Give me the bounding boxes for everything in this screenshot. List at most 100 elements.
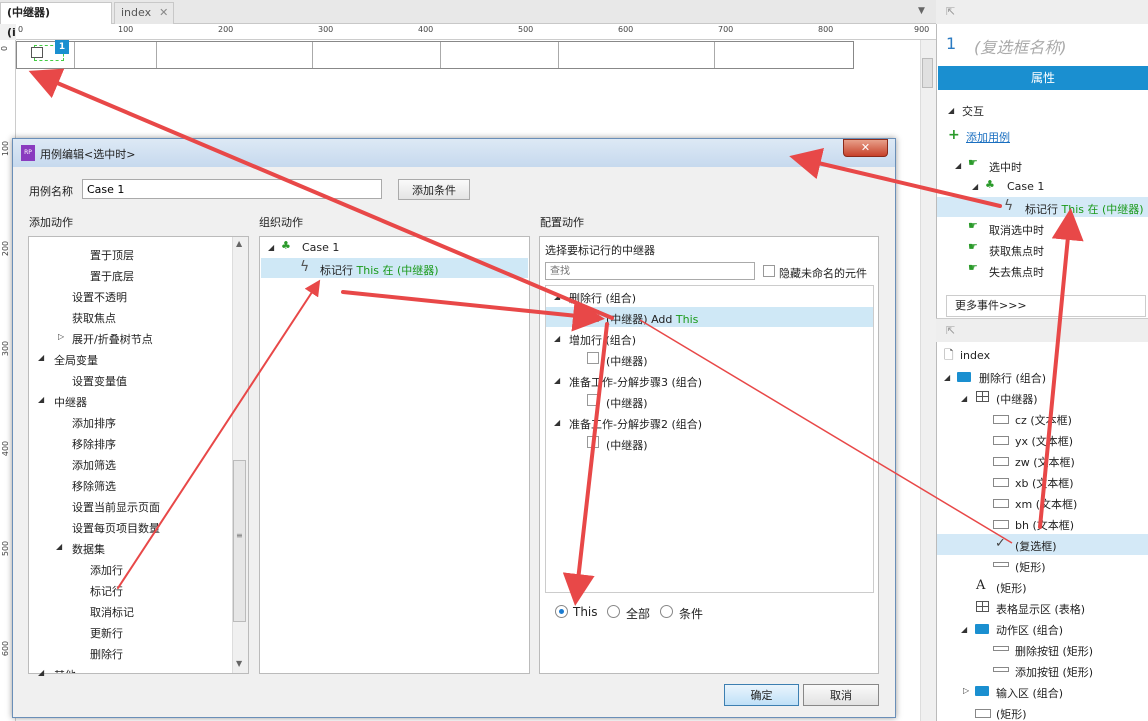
more-events-dropdown[interactable]: 更多事件>>> bbox=[946, 295, 1146, 317]
canvas-scrollbar[interactable] bbox=[920, 40, 936, 721]
chevron-right-icon[interactable]: ▷ bbox=[58, 332, 64, 341]
action-item[interactable]: 展开/折叠树节点 bbox=[72, 331, 153, 347]
outline-item[interactable]: (矩形) bbox=[996, 580, 1027, 596]
repeater-widget[interactable] bbox=[16, 41, 854, 69]
chevron-down-icon[interactable]: ◢ bbox=[554, 292, 560, 301]
chevron-down-icon[interactable]: ◢ bbox=[268, 243, 274, 252]
dialog-titlebar[interactable] bbox=[13, 139, 895, 167]
chevron-down-icon[interactable]: ◢ bbox=[961, 625, 967, 634]
tree-repeater[interactable]: (中继器) bbox=[606, 353, 648, 369]
action-item[interactable]: 获取焦点 bbox=[72, 310, 116, 326]
outline-item[interactable]: bh (文本框) bbox=[1015, 517, 1074, 533]
radio-all[interactable] bbox=[607, 605, 620, 618]
pin-icon[interactable]: ⇱ bbox=[946, 324, 955, 337]
chevron-down-icon[interactable]: ◢ bbox=[554, 376, 560, 385]
add-case-link[interactable]: 添加用例 bbox=[966, 129, 1010, 145]
tree-group[interactable]: 增加行 (组合) bbox=[569, 332, 636, 348]
search-input[interactable] bbox=[545, 262, 755, 280]
tree-repeater[interactable]: (中继器) bbox=[606, 437, 648, 453]
chevron-down-icon[interactable]: ◢ bbox=[955, 161, 961, 170]
scrollbar-thumb[interactable]: ≡ bbox=[233, 460, 246, 622]
radio-condition[interactable] bbox=[660, 605, 673, 618]
org-case[interactable]: Case 1 bbox=[302, 241, 339, 254]
action-item[interactable]: 移除排序 bbox=[72, 436, 116, 452]
chevron-down-icon[interactable]: ▼ bbox=[236, 659, 242, 668]
action-item[interactable]: 设置每页项目数量 bbox=[72, 520, 160, 536]
chevron-down-icon[interactable]: ◢ bbox=[948, 106, 954, 115]
tab-repeater-index[interactable]: (中继器) (index)✕ bbox=[0, 2, 112, 39]
action-item[interactable]: 更新行 bbox=[90, 625, 123, 641]
tree-repeater[interactable]: (中继器) Add This bbox=[606, 311, 698, 327]
action-group[interactable]: 其他 bbox=[54, 667, 76, 673]
action-item[interactable]: 取消标记 bbox=[90, 604, 134, 620]
event-focus[interactable]: 获取焦点时 bbox=[989, 243, 1044, 259]
cancel-button[interactable]: 取消 bbox=[803, 684, 879, 706]
action-group[interactable]: 全局变量 bbox=[54, 352, 98, 368]
action-item[interactable]: 设置不透明 bbox=[72, 289, 127, 305]
event-on-check[interactable]: 选中时 bbox=[989, 159, 1022, 175]
action-item[interactable]: 标记行 This 在 (中继器) bbox=[1025, 201, 1144, 217]
action-item[interactable]: 添加行 bbox=[90, 562, 123, 578]
outline-item[interactable]: (中继器) bbox=[996, 391, 1038, 407]
tree-group[interactable]: 删除行 (组合) bbox=[569, 290, 636, 306]
repeater-checkbox-checked[interactable]: ✓ bbox=[587, 310, 599, 322]
pin-icon[interactable]: ⇱ bbox=[946, 5, 955, 18]
outline-item[interactable]: (矩形) bbox=[996, 706, 1027, 721]
outline-item[interactable]: 删除按钮 (矩形) bbox=[1015, 643, 1093, 659]
action-item[interactable]: 置于底层 bbox=[90, 268, 134, 284]
hide-unnamed-checkbox[interactable] bbox=[763, 265, 775, 277]
close-icon[interactable]: ✕ bbox=[159, 6, 168, 19]
checkbox-widget[interactable] bbox=[31, 47, 43, 58]
outline-item[interactable]: xb (文本框) bbox=[1015, 475, 1074, 491]
action-item[interactable]: 设置当前显示页面 bbox=[72, 499, 160, 515]
action-item[interactable]: 置于顶层 bbox=[90, 247, 134, 263]
repeater-checkbox[interactable] bbox=[587, 394, 599, 406]
tree-group[interactable]: 准备工作-分解步骤3 (组合) bbox=[569, 374, 702, 390]
organize-tree[interactable] bbox=[259, 236, 530, 674]
chevron-down-icon[interactable]: ◢ bbox=[38, 395, 44, 404]
event-uncheck[interactable]: 取消选中时 bbox=[989, 222, 1044, 238]
action-item[interactable]: 移除筛选 bbox=[72, 478, 116, 494]
org-action[interactable]: 标记行 This 在 (中继器) bbox=[320, 262, 439, 278]
outline-item[interactable]: 表格显示区 (表格) bbox=[996, 601, 1085, 617]
outline-item[interactable]: 输入区 (组合) bbox=[996, 685, 1063, 701]
outline-index[interactable]: index bbox=[960, 349, 990, 362]
action-item[interactable]: 删除行 bbox=[90, 646, 123, 662]
chevron-down-icon[interactable]: ◢ bbox=[38, 668, 44, 677]
chevron-down-icon[interactable]: ◢ bbox=[554, 418, 560, 427]
case-item[interactable]: Case 1 bbox=[1007, 180, 1044, 193]
close-button[interactable]: ✕ bbox=[843, 139, 888, 157]
event-blur[interactable]: 失去焦点时 bbox=[989, 264, 1044, 280]
action-item-mark-row[interactable]: 标记行 bbox=[90, 583, 123, 599]
chevron-down-icon[interactable]: ▼ bbox=[918, 6, 925, 16]
action-group[interactable]: 中继器 bbox=[54, 394, 87, 410]
case-name-input[interactable] bbox=[82, 179, 382, 199]
outline-item[interactable]: cz (文本框) bbox=[1015, 412, 1072, 428]
ok-button[interactable]: 确定 bbox=[724, 684, 799, 706]
outline-item[interactable]: 动作区 (组合) bbox=[996, 622, 1063, 638]
outline-item[interactable]: yx (文本框) bbox=[1015, 433, 1073, 449]
chevron-up-icon[interactable]: ▲ bbox=[236, 239, 242, 248]
repeater-checkbox[interactable] bbox=[587, 436, 599, 448]
outline-item[interactable]: zw (文本框) bbox=[1015, 454, 1075, 470]
outline-item[interactable]: (复选框) bbox=[1015, 538, 1057, 554]
chevron-down-icon[interactable]: ◢ bbox=[554, 334, 560, 343]
outline-item[interactable]: (矩形) bbox=[1015, 559, 1046, 575]
radio-this[interactable] bbox=[555, 605, 568, 618]
tab-properties[interactable]: 属性 bbox=[938, 66, 1148, 90]
chevron-down-icon[interactable]: ◢ bbox=[56, 542, 62, 551]
scrollbar-thumb[interactable] bbox=[922, 58, 933, 88]
chevron-down-icon[interactable]: ◢ bbox=[972, 182, 978, 191]
outline-item[interactable]: 添加按钮 (矩形) bbox=[1015, 664, 1093, 680]
action-group[interactable]: 数据集 bbox=[72, 541, 105, 557]
tree-group[interactable]: 准备工作-分解步骤2 (组合) bbox=[569, 416, 702, 432]
chevron-down-icon[interactable]: ◢ bbox=[944, 373, 950, 382]
outline-item[interactable]: 删除行 (组合) bbox=[979, 370, 1046, 386]
tree-repeater[interactable]: (中继器) bbox=[606, 395, 648, 411]
add-condition-button[interactable]: 添加条件 bbox=[398, 179, 470, 200]
action-item[interactable]: 添加筛选 bbox=[72, 457, 116, 473]
actions-tree[interactable] bbox=[28, 236, 249, 674]
action-item[interactable]: 添加排序 bbox=[72, 415, 116, 431]
repeater-checkbox[interactable] bbox=[587, 352, 599, 364]
outline-item[interactable]: xm (文本框) bbox=[1015, 496, 1077, 512]
